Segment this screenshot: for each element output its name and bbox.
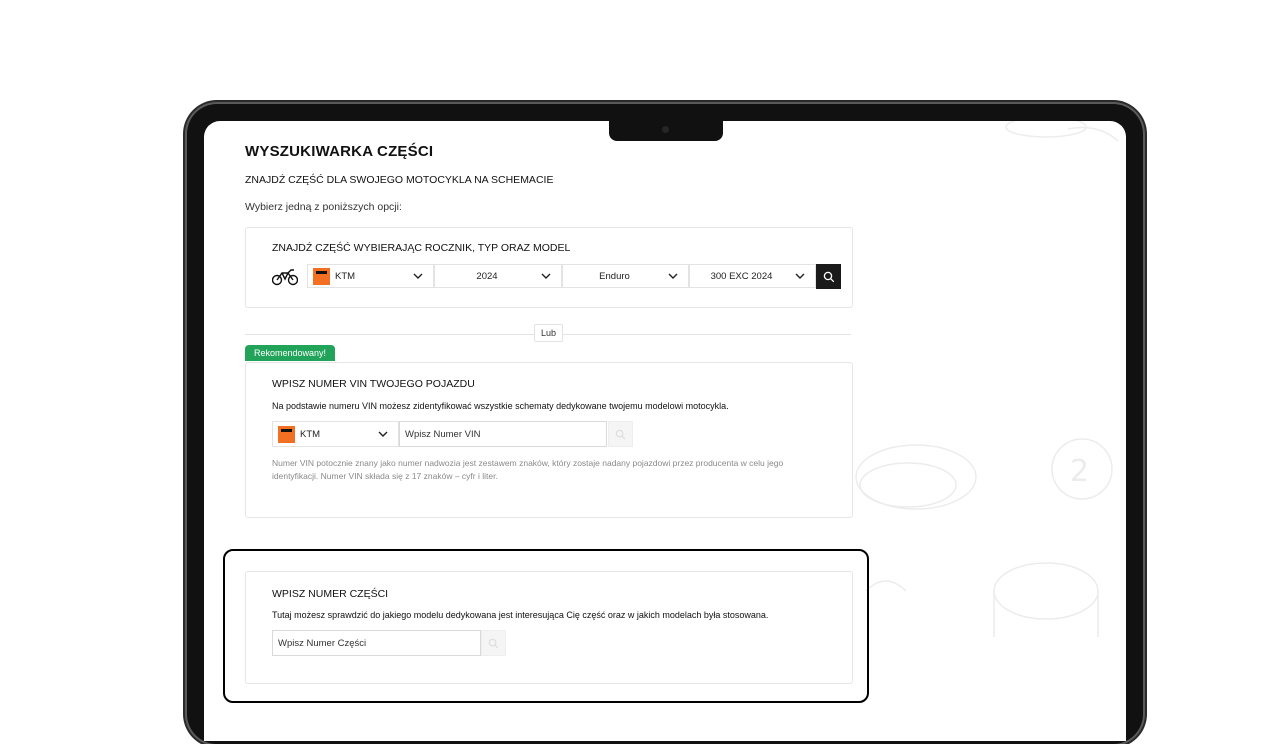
page-title: WYSZUKIWARKA CZĘŚCI (245, 143, 434, 160)
year-select[interactable]: 2024 (434, 264, 562, 288)
vin-description: Na podstawie numeru VIN możesz zidentyfi… (272, 401, 729, 411)
vin-search-title: WPISZ NUMER VIN TWOJEGO POJAZDU (272, 378, 475, 390)
brand-select[interactable]: KTM (307, 264, 434, 288)
search-icon (823, 271, 834, 282)
decorative-parts-illustration: 2 (855, 121, 1119, 637)
recommended-badge: Rekomendowany! (245, 345, 336, 361)
brand-select-value: KTM (335, 270, 356, 282)
vin-search-button[interactable] (608, 421, 633, 447)
ktm-logo-icon (313, 267, 330, 285)
motorcycle-icon (272, 269, 298, 286)
camera-icon (662, 126, 669, 133)
svg-text:2: 2 (1070, 454, 1089, 489)
part-search-highlight (223, 549, 869, 703)
camera-notch (609, 121, 723, 141)
type-select-value: Enduro (599, 270, 630, 282)
chevron-down-icon (541, 273, 551, 279)
model-select[interactable]: 300 EXC 2024 (689, 264, 816, 288)
vin-brand-select-value: KTM (300, 428, 321, 440)
ktm-logo-icon (278, 425, 295, 443)
chevron-down-icon (378, 431, 388, 437)
search-icon (615, 429, 626, 439)
year-select-value: 2024 (476, 270, 498, 282)
model-search-title: ZNAJDŹ CZĘŚĆ WYBIERAJĄC ROCZNIK, TYP ORA… (272, 242, 571, 254)
vin-search-card: WPISZ NUMER VIN TWOJEGO POJAZDU Na podst… (245, 362, 853, 518)
model-search-card: ZNAJDŹ CZĘŚĆ WYBIERAJĄC ROCZNIK, TYP ORA… (245, 227, 853, 308)
page-subtitle: ZNAJDŹ CZĘŚĆ DLA SWOJEGO MOTOCYKLA NA SC… (245, 174, 554, 186)
separator-label: Lub (534, 324, 564, 342)
vin-input[interactable]: Wpisz Numer VIN (399, 421, 607, 447)
chevron-down-icon (668, 273, 678, 279)
type-select[interactable]: Enduro (562, 264, 689, 288)
model-search-button[interactable] (816, 264, 841, 289)
vin-note: Numer VIN potocznie znany jako numer nad… (272, 458, 784, 481)
vin-brand-select[interactable]: KTM (272, 421, 399, 447)
chevron-down-icon (795, 273, 805, 279)
intro-text: Wybierz jedną z poniższych opcji: (245, 201, 402, 213)
model-select-value: 300 EXC 2024 (710, 270, 773, 282)
chevron-down-icon (413, 273, 423, 279)
